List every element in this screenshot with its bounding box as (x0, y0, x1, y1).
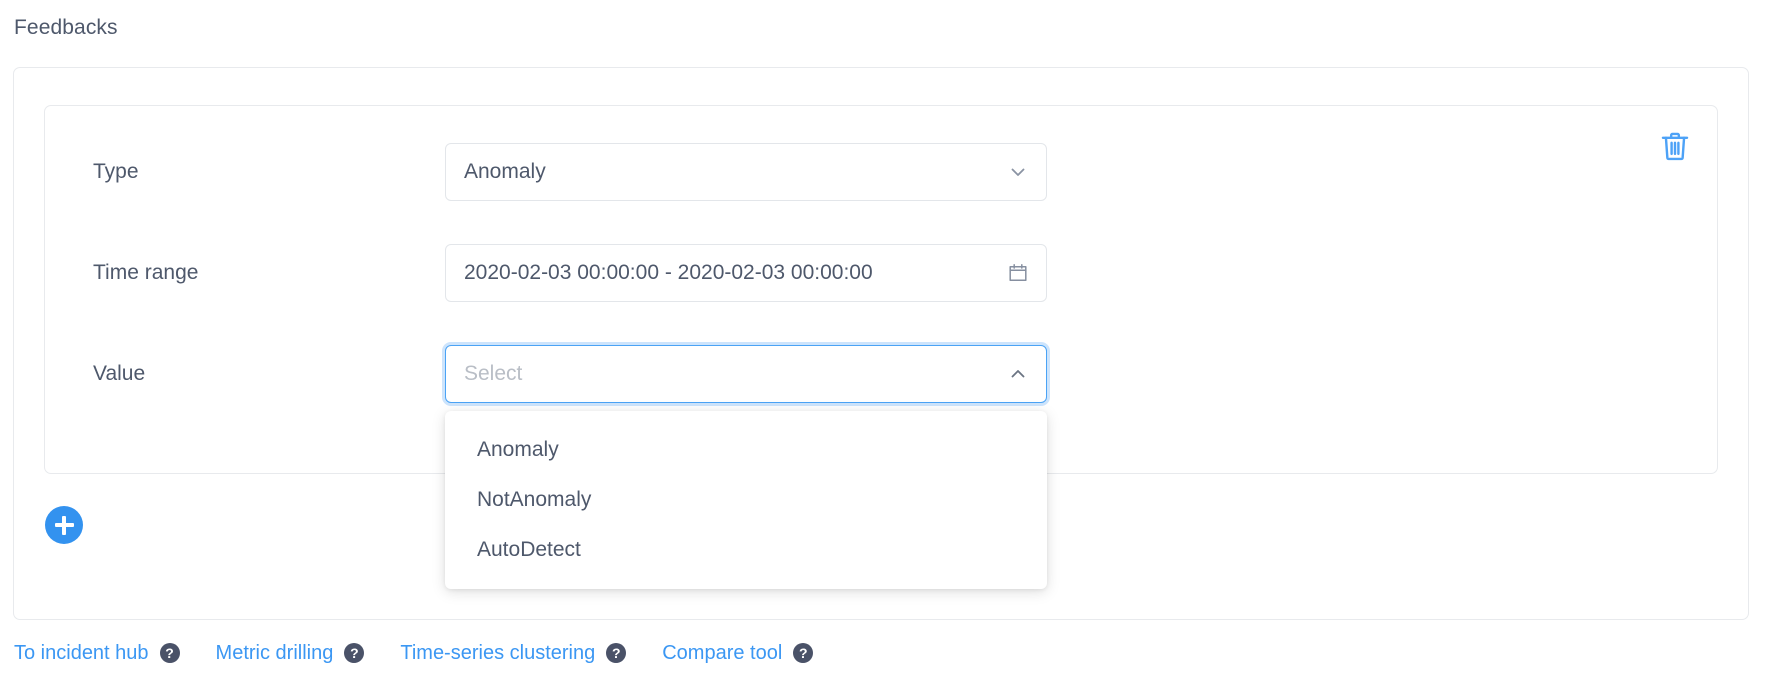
chevron-up-icon[interactable] (1004, 346, 1032, 402)
help-circle-icon[interactable]: ? (793, 643, 813, 663)
link-metric-drilling[interactable]: Metric drilling (216, 642, 334, 665)
dropdown-option-notanomaly[interactable]: NotAnomaly (445, 475, 1047, 525)
value-field: Select Anomaly NotAnomaly AutoDetect (445, 345, 1047, 403)
calendar-icon[interactable] (1004, 245, 1032, 301)
type-select[interactable]: Anomaly (445, 143, 1047, 201)
link-group-metric-drilling: Metric drilling ? (216, 642, 365, 665)
type-field: Anomaly (445, 143, 1047, 201)
link-group-compare-tool: Compare tool ? (662, 642, 813, 665)
link-to-incident-hub[interactable]: To incident hub (14, 642, 149, 665)
value-dropdown-menu: Anomaly NotAnomaly AutoDetect (445, 411, 1047, 589)
add-feedback-button[interactable] (45, 506, 83, 544)
link-time-series-clustering[interactable]: Time-series clustering (400, 642, 595, 665)
help-circle-icon[interactable]: ? (344, 643, 364, 663)
value-select[interactable]: Select (445, 345, 1047, 403)
form-row-type: Type Anomaly (45, 143, 1717, 201)
page-title: Feedbacks (14, 14, 118, 42)
footer-links-bar: To incident hub ? Metric drilling ? Time… (14, 638, 813, 668)
plus-icon-vertical (62, 516, 66, 535)
value-select-placeholder: Select (464, 346, 994, 402)
form-row-time-range: Time range 2020-02-03 00:00:00 - 2020-02… (45, 244, 1717, 302)
time-range-value: 2020-02-03 00:00:00 - 2020-02-03 00:00:0… (464, 245, 994, 301)
feedbacks-panel: Type Anomaly Time range 2020-02-03 00:00… (13, 67, 1749, 620)
time-range-input[interactable]: 2020-02-03 00:00:00 - 2020-02-03 00:00:0… (445, 244, 1047, 302)
dropdown-option-autodetect[interactable]: AutoDetect (445, 525, 1047, 575)
link-group-timeseries-clustering: Time-series clustering ? (400, 642, 626, 665)
link-group-incident-hub: To incident hub ? (14, 642, 180, 665)
time-range-field: 2020-02-03 00:00:00 - 2020-02-03 00:00:0… (445, 244, 1047, 302)
type-label: Type (93, 143, 139, 201)
help-circle-icon[interactable]: ? (160, 643, 180, 663)
time-range-label: Time range (93, 244, 198, 302)
type-select-value: Anomaly (464, 144, 994, 200)
feedback-item-card: Type Anomaly Time range 2020-02-03 00:00… (44, 105, 1718, 474)
link-compare-tool[interactable]: Compare tool (662, 642, 782, 665)
help-circle-icon[interactable]: ? (606, 643, 626, 663)
chevron-down-icon[interactable] (1004, 144, 1032, 200)
dropdown-option-anomaly[interactable]: Anomaly (445, 425, 1047, 475)
value-label: Value (93, 345, 145, 403)
